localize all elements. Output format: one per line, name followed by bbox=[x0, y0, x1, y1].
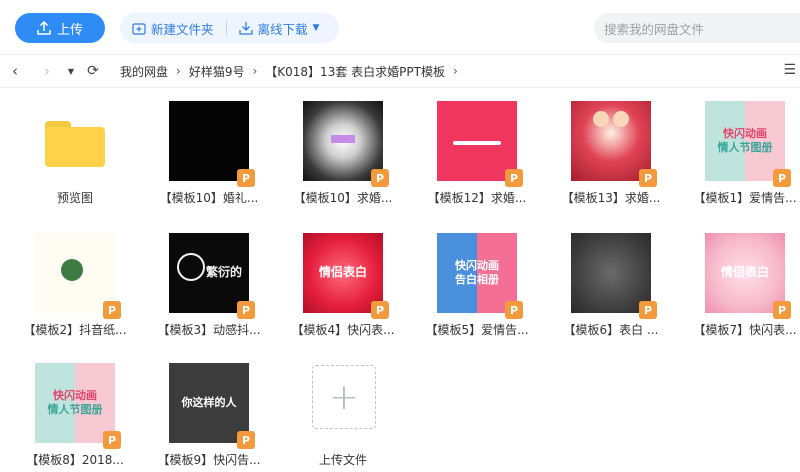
folder-thumb bbox=[35, 101, 115, 181]
thumbnail-caption: 快闪动画 bbox=[53, 388, 97, 402]
chevron-right-icon: › bbox=[176, 64, 181, 78]
thumbnail-caption: 快闪动画 bbox=[723, 126, 767, 140]
file-name: 【模板3】动感抖... bbox=[157, 323, 261, 337]
back-icon[interactable]: ‹ bbox=[4, 60, 26, 82]
thumbnail-caption: 情侣表白 bbox=[318, 265, 367, 280]
toolbar: 上传 新建文件夹 离线下载 ▼ 搜索我的网盘文件 bbox=[0, 0, 800, 54]
file-thumbnail: P bbox=[571, 233, 657, 319]
search-placeholder: 搜索我的网盘文件 bbox=[604, 21, 705, 37]
ppt-icon: P bbox=[505, 301, 523, 319]
breadcrumb-item-current[interactable]: 【K018】13套 表白求婚PPT模板 bbox=[265, 63, 445, 80]
file-thumbnail: P bbox=[169, 101, 255, 187]
breadcrumb-item-root[interactable]: 我的网盘 bbox=[120, 63, 168, 80]
file-name: 上传文件 bbox=[318, 453, 367, 467]
thumbnail-caption: 告白相册 bbox=[455, 273, 499, 286]
file-name: 【模板9】快闪告... bbox=[157, 453, 261, 467]
file-name: 【模板10】婚礼... bbox=[159, 191, 259, 205]
ppt-icon: P bbox=[639, 169, 657, 187]
breadcrumb: 我的网盘 › 好样猫9号 › 【K018】13套 表白求婚PPT模板 › bbox=[120, 63, 466, 80]
view-mode-icon[interactable]: ☰ bbox=[783, 62, 796, 78]
file-item[interactable]: 情侣表白 P 【模板7】快闪表... bbox=[670, 220, 800, 344]
refresh-icon[interactable]: ⟳ bbox=[82, 60, 104, 82]
file-thumbnail: P bbox=[303, 101, 389, 187]
offline-download-label: 离线下载 bbox=[257, 21, 308, 37]
file-grid: 预览图 P 【模板10】婚礼... P 【模板10】求婚... P 【模板12】… bbox=[0, 88, 800, 472]
upload-file-item[interactable]: + 上传文件 bbox=[268, 350, 398, 472]
action-group: 新建文件夹 离线下载 ▼ bbox=[120, 13, 339, 43]
plus-icon[interactable]: + bbox=[312, 365, 376, 429]
file-item[interactable]: 情侣表白 P 【模板4】快闪表... bbox=[268, 220, 398, 344]
history-dropdown-icon[interactable]: ▼ bbox=[60, 60, 82, 82]
file-thumbnail: 快闪动画 告白相册 P bbox=[437, 233, 523, 319]
new-folder-icon bbox=[132, 22, 146, 35]
navigation-bar: ‹ › ▼ ⟳ 我的网盘 › 好样猫9号 › 【K018】13套 表白求婚PPT… bbox=[0, 54, 800, 88]
file-item[interactable]: 快闪动画 情人节图册 P 【模板8】2018... bbox=[0, 350, 130, 472]
file-item[interactable]: P 【模板10】婚礼... bbox=[134, 88, 264, 212]
file-name: 【模板1】爱情告... bbox=[693, 191, 797, 205]
file-name: 【模板2】抖音纸... bbox=[23, 323, 127, 337]
file-name: 【模板6】表白 ... bbox=[563, 323, 659, 337]
thumbnail-caption: 情人节图册 bbox=[47, 403, 103, 416]
search-input[interactable]: 搜索我的网盘文件 bbox=[594, 13, 800, 43]
file-thumbnail: 快闪动画 情人节图册 P bbox=[35, 363, 121, 449]
thumbnail-caption: 情人节图册 bbox=[717, 141, 773, 154]
file-name: 预览图 bbox=[56, 191, 93, 205]
file-name: 【模板12】求婚... bbox=[427, 191, 527, 205]
file-name: 【模板5】爱情告... bbox=[425, 323, 529, 337]
file-item[interactable]: P 【模板2】抖音纸... bbox=[0, 220, 130, 344]
chevron-right-icon: › bbox=[452, 64, 458, 78]
ppt-icon: P bbox=[237, 301, 255, 319]
file-item[interactable]: P 【模板10】求婚... bbox=[268, 88, 398, 212]
file-name: 【模板10】求婚... bbox=[293, 191, 393, 205]
ppt-icon: P bbox=[639, 301, 657, 319]
upload-thumb: + bbox=[312, 365, 376, 429]
ppt-icon: P bbox=[371, 169, 389, 187]
file-thumbnail: P bbox=[571, 101, 657, 187]
file-name: 【模板8】2018... bbox=[26, 453, 124, 467]
file-name: 【模板7】快闪表... bbox=[693, 323, 797, 337]
download-icon bbox=[238, 22, 253, 35]
thumbnail-caption: 快闪动画 bbox=[455, 258, 499, 272]
ppt-icon: P bbox=[103, 301, 121, 319]
upload-button[interactable]: 上传 bbox=[15, 13, 105, 43]
ppt-icon: P bbox=[237, 431, 255, 449]
file-thumbnail: P bbox=[437, 101, 523, 187]
file-item[interactable]: P 【模板12】求婚... bbox=[402, 88, 532, 212]
ppt-icon: P bbox=[371, 301, 389, 319]
caret-down-icon: ▼ bbox=[312, 23, 320, 33]
file-thumbnail: 繁衍的 P bbox=[169, 233, 255, 319]
file-name: 【模板13】求婚... bbox=[561, 191, 661, 205]
ppt-icon: P bbox=[237, 169, 255, 187]
ppt-icon: P bbox=[773, 301, 791, 319]
new-folder-label: 新建文件夹 bbox=[151, 21, 214, 37]
file-item[interactable]: 繁衍的 P 【模板3】动感抖... bbox=[134, 220, 264, 344]
thumbnail-caption: 繁衍的 bbox=[205, 265, 242, 280]
file-item[interactable]: 快闪动画 情人节图册 P 【模板1】爱情告... bbox=[670, 88, 800, 212]
breadcrumb-item-folder[interactable]: 好样猫9号 bbox=[189, 63, 245, 80]
offline-download-button[interactable]: 离线下载 ▼ bbox=[227, 13, 332, 43]
file-thumbnail: 你这样的人 P bbox=[169, 363, 255, 449]
file-item[interactable]: P 【模板6】表白 ... bbox=[536, 220, 666, 344]
new-folder-button[interactable]: 新建文件夹 bbox=[120, 13, 226, 43]
ppt-icon: P bbox=[505, 169, 523, 187]
file-item[interactable]: 快闪动画 告白相册 P 【模板5】爱情告... bbox=[402, 220, 532, 344]
upload-icon bbox=[37, 21, 51, 35]
forward-icon[interactable]: › bbox=[36, 60, 58, 82]
chevron-right-icon: › bbox=[252, 64, 258, 78]
thumbnail-caption: 你这样的人 bbox=[181, 395, 237, 409]
ppt-icon: P bbox=[103, 431, 121, 449]
upload-label: 上传 bbox=[56, 22, 83, 38]
ppt-icon: P bbox=[773, 169, 791, 187]
file-item[interactable]: P 【模板13】求婚... bbox=[536, 88, 666, 212]
folder-item[interactable]: 预览图 bbox=[0, 88, 130, 212]
file-thumbnail: 快闪动画 情人节图册 P bbox=[705, 101, 791, 187]
file-thumbnail: P bbox=[35, 233, 121, 319]
folder-icon bbox=[45, 121, 105, 167]
file-name: 【模板4】快闪表... bbox=[291, 323, 395, 337]
file-item[interactable]: 你这样的人 P 【模板9】快闪告... bbox=[134, 350, 264, 472]
thumbnail-caption: 情侣表白 bbox=[720, 265, 769, 280]
file-thumbnail: 情侣表白 P bbox=[705, 233, 791, 319]
file-thumbnail: 情侣表白 P bbox=[303, 233, 389, 319]
